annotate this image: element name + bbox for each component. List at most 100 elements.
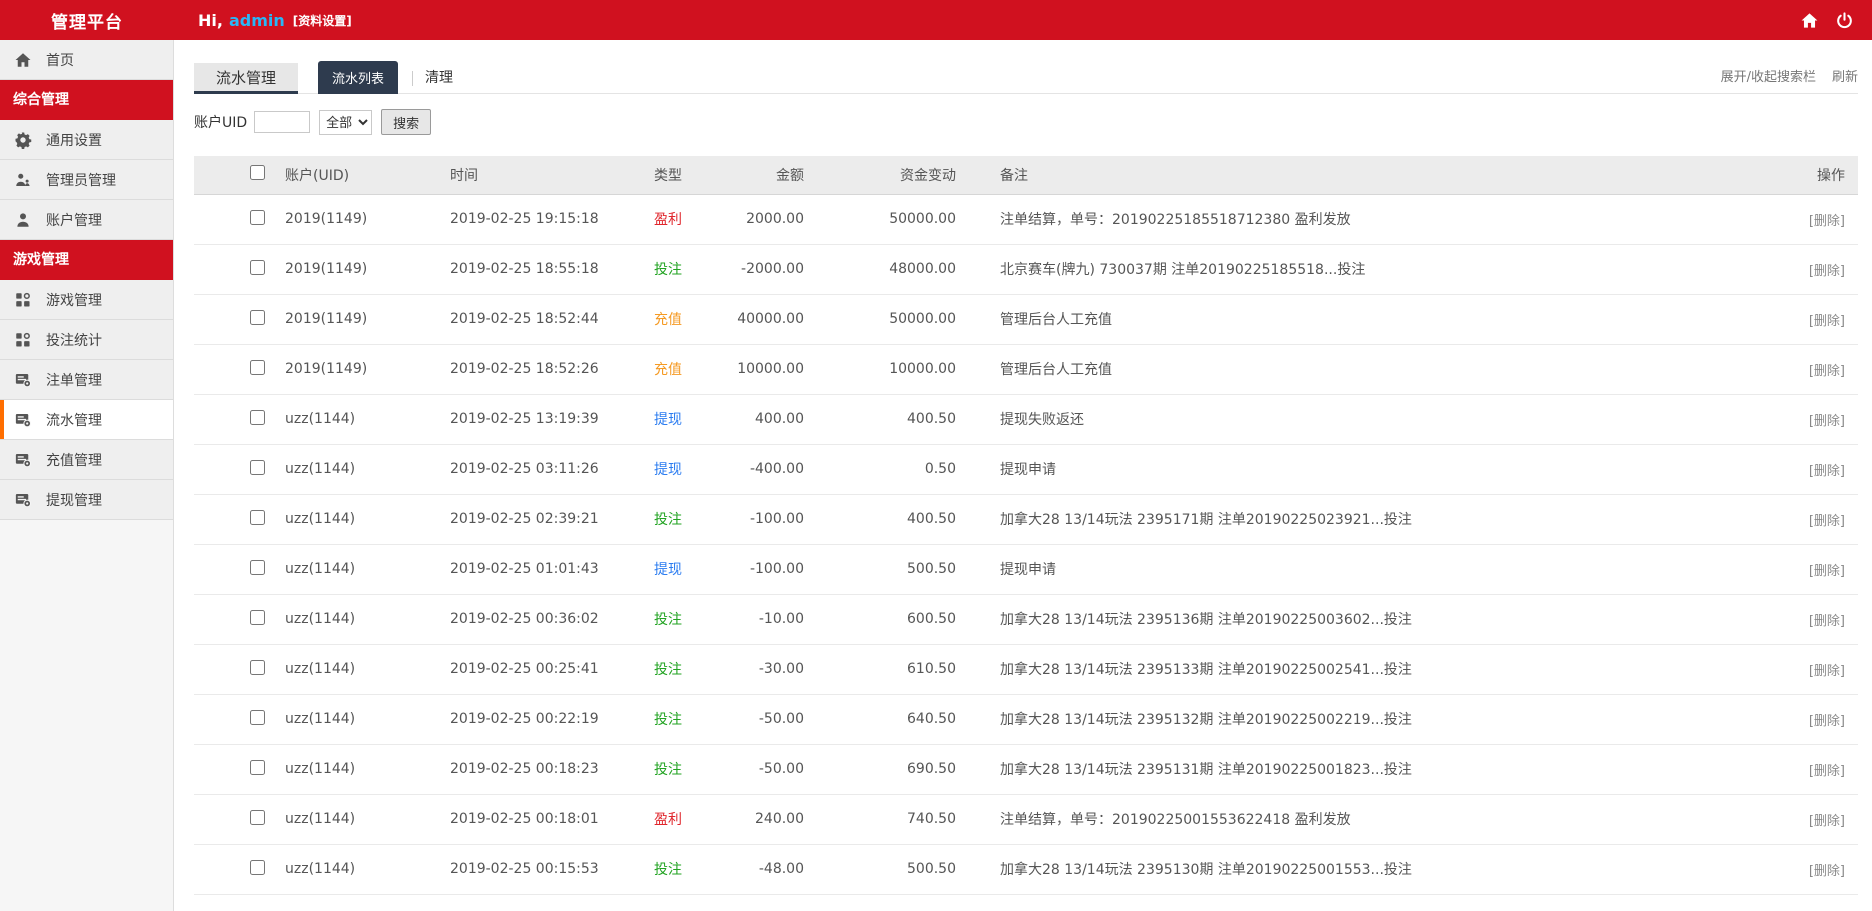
row-checkbox[interactable] (250, 659, 265, 675)
cell-account: uzz(1144) (284, 844, 449, 895)
sidebar-item-general-settings[interactable]: 通用设置 (0, 120, 173, 160)
row-checkbox[interactable] (250, 209, 265, 225)
sidebar-item-label: 管理员管理 (46, 172, 116, 189)
table-row: uzz(1144) 2019-02-25 13:19:39 提现 400.00 … (194, 394, 1858, 445)
delete-link[interactable]: [删除] (1809, 764, 1845, 779)
sidebar-item-label: 首页 (46, 52, 74, 69)
delete-link[interactable]: [删除] (1809, 214, 1845, 229)
sidebar-item-game-management[interactable]: 游戏管理 (0, 280, 173, 320)
row-checkbox[interactable] (250, 709, 265, 725)
sidebar-item-label: 账户管理 (46, 212, 102, 229)
sidebar-item-home[interactable]: 首页 (0, 40, 173, 80)
row-checkbox[interactable] (250, 409, 265, 425)
row-checkbox[interactable] (250, 309, 265, 325)
cell-amount: -50.00 (712, 744, 814, 795)
tab-flow-list[interactable]: 流水列表 (318, 61, 399, 94)
cell-account: uzz(1144) (284, 644, 449, 695)
cell-account: uzz(1144) (284, 694, 449, 745)
top-header: 管理平台 Hi, admin [资料设置] (0, 0, 1872, 40)
cell-remark: 注单结算，单号：20190225185518712380 盈利发放 (966, 194, 1748, 245)
delete-link[interactable]: [删除] (1809, 464, 1845, 479)
cell-balance: 400.50 (814, 394, 966, 445)
home-icon[interactable] (1800, 11, 1819, 30)
delete-link[interactable]: [删除] (1809, 664, 1845, 679)
table-row: uzz(1144) 2019-02-25 00:18:01 盈利 240.00 … (194, 794, 1858, 845)
register-icon (14, 490, 33, 509)
delete-link[interactable]: [删除] (1809, 514, 1845, 529)
cell-amount: -50.00 (712, 694, 814, 745)
delete-link[interactable]: [删除] (1809, 314, 1845, 329)
col-account: 账户(UID) (284, 156, 449, 195)
row-checkbox[interactable] (250, 809, 265, 825)
cell-type: 提现 (624, 544, 712, 595)
cell-amount: -48.00 (712, 844, 814, 895)
refresh-link[interactable]: 刷新 (1832, 66, 1858, 85)
table-row: uzz(1144) 2019-02-25 02:39:21 投注 -100.00… (194, 494, 1858, 545)
row-checkbox[interactable] (250, 859, 265, 875)
cell-time: 2019-02-25 00:22:19 (449, 694, 624, 745)
header-icons (1800, 11, 1854, 30)
delete-link[interactable]: [删除] (1809, 814, 1845, 829)
cell-type: 提现 (624, 394, 712, 445)
cell-remark: 加拿大28 13/14玩法 2395171期 注单20190225023921.… (966, 494, 1748, 545)
sidebar-item-deposit-management[interactable]: 充值管理 (0, 440, 173, 480)
cell-account: uzz(1144) (284, 494, 449, 545)
sidebar-item-flow-management[interactable]: 流水管理 (0, 400, 173, 440)
delete-link[interactable]: [删除] (1809, 614, 1845, 629)
cell-account: uzz(1144) (284, 444, 449, 495)
delete-link[interactable]: [删除] (1809, 414, 1845, 429)
tab-flow-management[interactable]: 流水管理 (194, 63, 298, 94)
cell-account: 2019(1149) (284, 344, 449, 395)
tab-clean[interactable]: 清理 (425, 67, 453, 87)
cell-type: 盈利 (624, 794, 712, 845)
toolbar-links: 展开/收起搜索栏 刷新 (1721, 66, 1858, 85)
cell-balance: 50000.00 (814, 194, 966, 245)
toggle-search-link[interactable]: 展开/收起搜索栏 (1721, 66, 1816, 85)
row-checkbox[interactable] (250, 609, 265, 625)
cell-time: 2019-02-25 00:15:53 (449, 844, 624, 895)
cell-type: 充值 (624, 294, 712, 345)
type-select[interactable]: 全部 (319, 109, 373, 135)
profile-settings-link[interactable]: [资料设置] (293, 12, 352, 29)
cell-amount: -2000.00 (712, 244, 814, 295)
sidebar-item-bet-statistics[interactable]: 投注统计 (0, 320, 173, 360)
delete-link[interactable]: [删除] (1809, 564, 1845, 579)
cell-amount: 10000.00 (712, 344, 814, 395)
cell-account: uzz(1144) (284, 394, 449, 445)
cell-balance: 740.50 (814, 794, 966, 845)
cell-remark: 加拿大28 13/14玩法 2395136期 注单20190225003602.… (966, 594, 1748, 645)
uid-input[interactable] (254, 111, 311, 133)
sidebar-item-withdraw-management[interactable]: 提现管理 (0, 480, 173, 520)
cell-time: 2019-02-25 00:18:01 (449, 794, 624, 845)
row-checkbox[interactable] (250, 559, 265, 575)
cell-remark: 管理后台人工充值 (966, 344, 1748, 395)
flow-table: 账户(UID) 时间 类型 金额 资金变动 备注 操作 2019(1149) 2… (194, 156, 1858, 895)
delete-link[interactable]: [删除] (1809, 264, 1845, 279)
row-checkbox[interactable] (250, 509, 265, 525)
cell-remark: 北京赛车(牌九) 730037期 注单20190225185518...投注 (966, 244, 1748, 295)
cell-balance: 690.50 (814, 744, 966, 795)
col-balance: 资金变动 (814, 156, 966, 195)
delete-link[interactable]: [删除] (1809, 714, 1845, 729)
select-all-checkbox[interactable] (250, 165, 265, 181)
sidebar-item-account-management[interactable]: 账户管理 (0, 200, 173, 240)
cell-balance: 50000.00 (814, 294, 966, 345)
sidebar-item-label: 游戏管理 (46, 292, 102, 309)
row-checkbox[interactable] (250, 759, 265, 775)
table-row: uzz(1144) 2019-02-25 00:25:41 投注 -30.00 … (194, 644, 1858, 695)
logout-power-icon[interactable] (1835, 11, 1854, 30)
delete-link[interactable]: [删除] (1809, 364, 1845, 379)
row-checkbox[interactable] (250, 259, 265, 275)
table-row: uzz(1144) 2019-02-25 00:22:19 投注 -50.00 … (194, 694, 1858, 745)
sidebar-item-order-management[interactable]: 注单管理 (0, 360, 173, 400)
cell-time: 2019-02-25 01:01:43 (449, 544, 624, 595)
cell-time: 2019-02-25 13:19:39 (449, 394, 624, 445)
search-button[interactable]: 搜索 (381, 109, 432, 135)
sidebar-item-admin-management[interactable]: 管理员管理 (0, 160, 173, 200)
cell-amount: 400.00 (712, 394, 814, 445)
row-checkbox[interactable] (250, 459, 265, 475)
row-checkbox[interactable] (250, 359, 265, 375)
col-action: 操作 (1748, 156, 1858, 195)
delete-link[interactable]: [删除] (1809, 864, 1845, 879)
main-content: 流水管理 流水列表 清理 展开/收起搜索栏 刷新 账户UID 全部 搜索 账户(… (174, 40, 1872, 911)
